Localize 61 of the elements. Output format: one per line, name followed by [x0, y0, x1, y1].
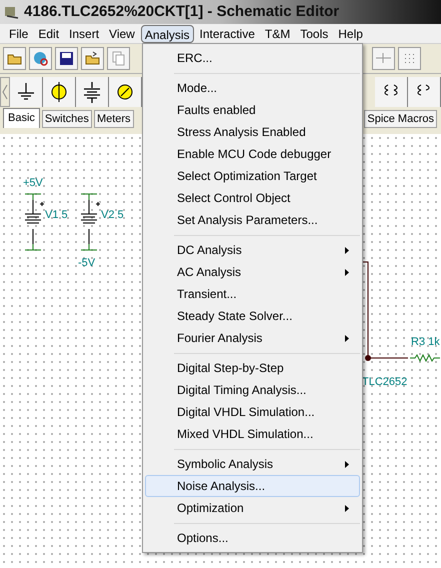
menu-option[interactable]: Transient...	[145, 283, 360, 305]
menu-item[interactable]: Insert	[64, 24, 104, 42]
open-file-icon[interactable]	[81, 47, 104, 70]
component-label: TLC2652	[362, 375, 408, 390]
submenu-arrow-icon	[345, 268, 349, 276]
component-tab[interactable]: Spice Macros	[364, 110, 437, 128]
battery-icon[interactable]	[76, 77, 109, 107]
crosshair-icon[interactable]	[372, 47, 395, 70]
component-label: -5V	[78, 256, 96, 271]
menu-option[interactable]: Stress Analysis Enabled	[145, 121, 360, 143]
submenu-arrow-icon	[345, 460, 349, 468]
menu-option[interactable]: Fourier Analysis	[145, 327, 360, 349]
menu-item[interactable]: Edit	[33, 24, 64, 42]
menu-item[interactable]: Tools	[295, 24, 334, 42]
component-tab[interactable]: Switches	[42, 110, 92, 128]
copy-icon[interactable]	[107, 47, 130, 70]
ground-icon[interactable]	[10, 77, 43, 107]
menu-item[interactable]: File	[4, 24, 34, 42]
menu-option[interactable]: Options...	[145, 527, 360, 549]
menu-option[interactable]: Faults enabled	[145, 99, 360, 121]
menu-option[interactable]: Digital VHDL Simulation...	[145, 401, 360, 423]
component-label: V2 5	[101, 208, 124, 223]
component-tab[interactable]: Basic	[3, 108, 40, 128]
submenu-arrow-icon	[345, 334, 349, 342]
menu-item[interactable]: Analysis	[140, 24, 194, 42]
menu-option[interactable]: DC Analysis	[145, 239, 360, 261]
menu-option[interactable]: Select Optimization Target	[145, 165, 360, 187]
menu-item[interactable]: Interactive	[194, 24, 260, 42]
meter-icon[interactable]	[109, 77, 142, 107]
menu-item[interactable]: View	[104, 24, 140, 42]
menu-option[interactable]: Enable MCU Code debugger	[145, 143, 360, 165]
menu-item[interactable]: Help	[333, 24, 368, 42]
menu-option[interactable]: Optimization	[145, 497, 360, 519]
battery-symbol	[80, 193, 102, 251]
menu-option[interactable]: AC Analysis	[145, 261, 360, 283]
component-label: +5V	[23, 176, 43, 191]
resistor-symbol	[409, 353, 441, 363]
menu-option[interactable]: Mixed VHDL Simulation...	[145, 423, 360, 445]
save-icon[interactable]	[55, 47, 78, 70]
current-source-icon[interactable]	[43, 77, 76, 107]
battery-symbol	[24, 193, 46, 251]
chevron-left-icon	[2, 84, 8, 100]
component-label: V1 5	[45, 208, 68, 223]
menu-option[interactable]: ERC...	[145, 47, 360, 69]
grid-icon[interactable]	[398, 47, 421, 70]
menu-option[interactable]: Select Control Object	[145, 187, 360, 209]
component-tab[interactable]: Meters	[94, 110, 134, 128]
menu-option[interactable]: Steady State Solver...	[145, 305, 360, 327]
menu-option[interactable]: Set Analysis Parameters...	[145, 209, 360, 231]
menu-option[interactable]: Digital Step-by-Step	[145, 357, 360, 379]
globe-search-icon[interactable]	[29, 47, 52, 70]
menu-option[interactable]: Digital Timing Analysis...	[145, 379, 360, 401]
open-folder-icon[interactable]	[3, 47, 26, 70]
menu-item[interactable]: T&M	[260, 24, 296, 42]
submenu-arrow-icon	[345, 246, 349, 254]
menu-option[interactable]: Symbolic Analysis	[145, 453, 360, 475]
window-title: 4186.TLC2652%20CKT[1] - Schematic Editor	[24, 2, 340, 22]
submenu-arrow-icon	[345, 504, 349, 512]
transformer-icon[interactable]	[375, 77, 408, 107]
menu-option[interactable]: Noise Analysis...	[145, 475, 360, 497]
component-label: R3 1k	[411, 335, 440, 350]
